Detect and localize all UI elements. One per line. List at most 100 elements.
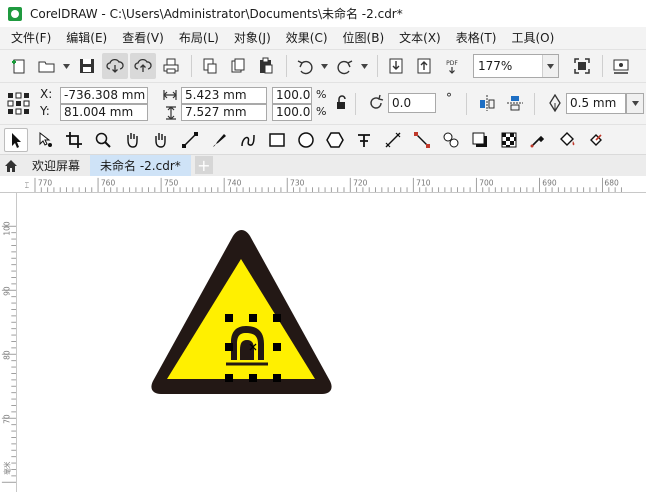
toolbox <box>0 124 646 154</box>
hand-tool-icon[interactable] <box>149 128 173 152</box>
scale-width-field[interactable]: 100.0 <box>272 87 312 104</box>
window-title: CorelDRAW - C:\Users\Administrator\Docum… <box>30 7 403 21</box>
menu-view[interactable]: 查看(V) <box>115 28 171 48</box>
crop-tool-icon[interactable] <box>62 128 86 152</box>
mirror-horizontal-icon[interactable] <box>478 94 496 112</box>
ruler-label: 730 <box>290 178 305 187</box>
parallel-dimension-tool-icon[interactable] <box>381 128 405 152</box>
export-icon[interactable] <box>411 53 437 79</box>
toolbar-separator <box>534 93 535 115</box>
toolbar-separator <box>286 55 287 77</box>
add-tab-button[interactable]: + <box>194 156 213 175</box>
tab-welcome-screen[interactable]: 欢迎屏幕 <box>22 155 90 176</box>
toolbar-separator <box>602 55 603 77</box>
lock-ratio-icon[interactable] <box>335 95 347 111</box>
height-field[interactable]: 7.527 mm <box>181 104 267 121</box>
shape-tool-icon[interactable] <box>33 128 57 152</box>
mirror-vertical-icon[interactable] <box>506 94 524 112</box>
degree-label: ° <box>446 91 452 105</box>
save-icon[interactable] <box>74 53 100 79</box>
toolbar-separator <box>377 55 378 77</box>
menu-bitmaps[interactable]: 位图(B) <box>336 28 392 48</box>
redo-icon[interactable] <box>332 53 358 79</box>
connector-tool-icon[interactable] <box>410 128 434 152</box>
blend-tool-icon[interactable] <box>439 128 463 152</box>
ruler-label: 680 <box>604 178 619 187</box>
canvas-svg <box>151 230 332 394</box>
copy-icon[interactable] <box>225 53 251 79</box>
ruler-label: 720 <box>353 178 368 187</box>
polygon-tool-icon[interactable] <box>323 128 347 152</box>
ellipse-tool-icon[interactable] <box>294 128 318 152</box>
menu-file[interactable]: 文件(F) <box>4 28 58 48</box>
y-label: Y: <box>40 104 50 118</box>
cloud-download-icon[interactable] <box>102 53 128 79</box>
vertical-ruler[interactable]: 100 90 80 70 毫米 <box>0 193 17 492</box>
transparency-tool-icon[interactable] <box>497 128 521 152</box>
width-field[interactable]: 5.423 mm <box>181 87 267 104</box>
artistic-media-tool-icon[interactable] <box>207 128 231 152</box>
home-icon[interactable] <box>0 154 22 176</box>
interactive-fill-tool-icon[interactable] <box>555 128 579 152</box>
undo-icon[interactable] <box>292 53 318 79</box>
cloud-upload-icon[interactable] <box>130 53 156 79</box>
smart-fill-tool-icon[interactable] <box>584 128 608 152</box>
text-tool-icon[interactable] <box>352 128 376 152</box>
pan-tool-icon[interactable] <box>120 128 144 152</box>
open-folder-icon[interactable] <box>34 53 60 79</box>
drop-shadow-tool-icon[interactable] <box>468 128 492 152</box>
full-screen-icon[interactable] <box>569 53 595 79</box>
percent-label: % <box>316 88 327 101</box>
print-icon[interactable] <box>158 53 184 79</box>
y-position-field[interactable]: 81.004 mm <box>60 104 148 121</box>
percent-label: % <box>316 105 327 118</box>
menu-object[interactable]: 对象(J) <box>227 28 278 48</box>
paste-icon[interactable] <box>253 53 279 79</box>
rotation-field[interactable]: 0.0 <box>388 93 436 113</box>
ruler-label: 100 <box>2 221 11 236</box>
ruler-label: 710 <box>416 178 431 187</box>
redo-dropdown-icon[interactable] <box>360 53 368 79</box>
tab-document[interactable]: 未命名 -2.cdr* <box>90 155 191 176</box>
ruler-label: 740 <box>227 178 242 187</box>
rectangle-tool-icon[interactable] <box>265 128 289 152</box>
eyedropper-tool-icon[interactable] <box>526 128 550 152</box>
menu-edit[interactable]: 编辑(E) <box>59 28 114 48</box>
x-position-field[interactable]: -736.308 mm <box>60 87 148 104</box>
freehand-tool-icon[interactable] <box>178 128 202 152</box>
import-icon[interactable] <box>383 53 409 79</box>
pick-tool-icon[interactable] <box>4 127 28 152</box>
menu-text[interactable]: 文本(X) <box>392 28 448 48</box>
ruler-label: 80 <box>2 350 11 360</box>
undo-dropdown-icon[interactable] <box>320 53 328 79</box>
object-origin-icon[interactable] <box>6 91 30 115</box>
smart-drawing-tool-icon[interactable] <box>236 128 260 152</box>
zoom-level-value: 177% <box>478 59 513 73</box>
chevron-down-icon[interactable] <box>626 93 644 114</box>
new-document-icon[interactable] <box>6 53 32 79</box>
ruler-label: 90 <box>2 286 11 296</box>
pdf-label: PDF <box>446 60 458 67</box>
outline-width-field[interactable]: 0.5 mm <box>566 93 626 114</box>
ruler-label: 750 <box>164 178 179 187</box>
cut-icon[interactable] <box>197 53 223 79</box>
publish-pdf-icon[interactable]: PDF <box>439 53 465 79</box>
chevron-down-icon[interactable] <box>542 55 558 77</box>
menu-table[interactable]: 表格(T) <box>449 28 504 48</box>
menu-effects[interactable]: 效果(C) <box>279 28 335 48</box>
horizontal-ruler[interactable]: ⌶ 770 760 750 740 730 720 710 700 690 68… <box>0 176 646 193</box>
scale-height-field[interactable]: 100.0 <box>272 104 312 121</box>
toolbar-separator <box>191 55 192 77</box>
toolbar-separator <box>466 93 467 115</box>
warning-sign[interactable] <box>151 230 332 394</box>
standard-toolbar: PDF 177% <box>0 49 646 82</box>
zoom-tool-icon[interactable] <box>91 128 115 152</box>
drawing-canvas[interactable] <box>18 194 646 492</box>
outline-pen-icon <box>549 94 561 112</box>
menu-layout[interactable]: 布局(L) <box>172 28 226 48</box>
options-icon[interactable] <box>608 53 634 79</box>
open-dropdown-icon[interactable] <box>62 53 70 79</box>
menu-tools[interactable]: 工具(O) <box>504 28 561 48</box>
zoom-level-select[interactable]: 177% <box>473 54 559 78</box>
ruler-label: 770 <box>38 178 53 187</box>
